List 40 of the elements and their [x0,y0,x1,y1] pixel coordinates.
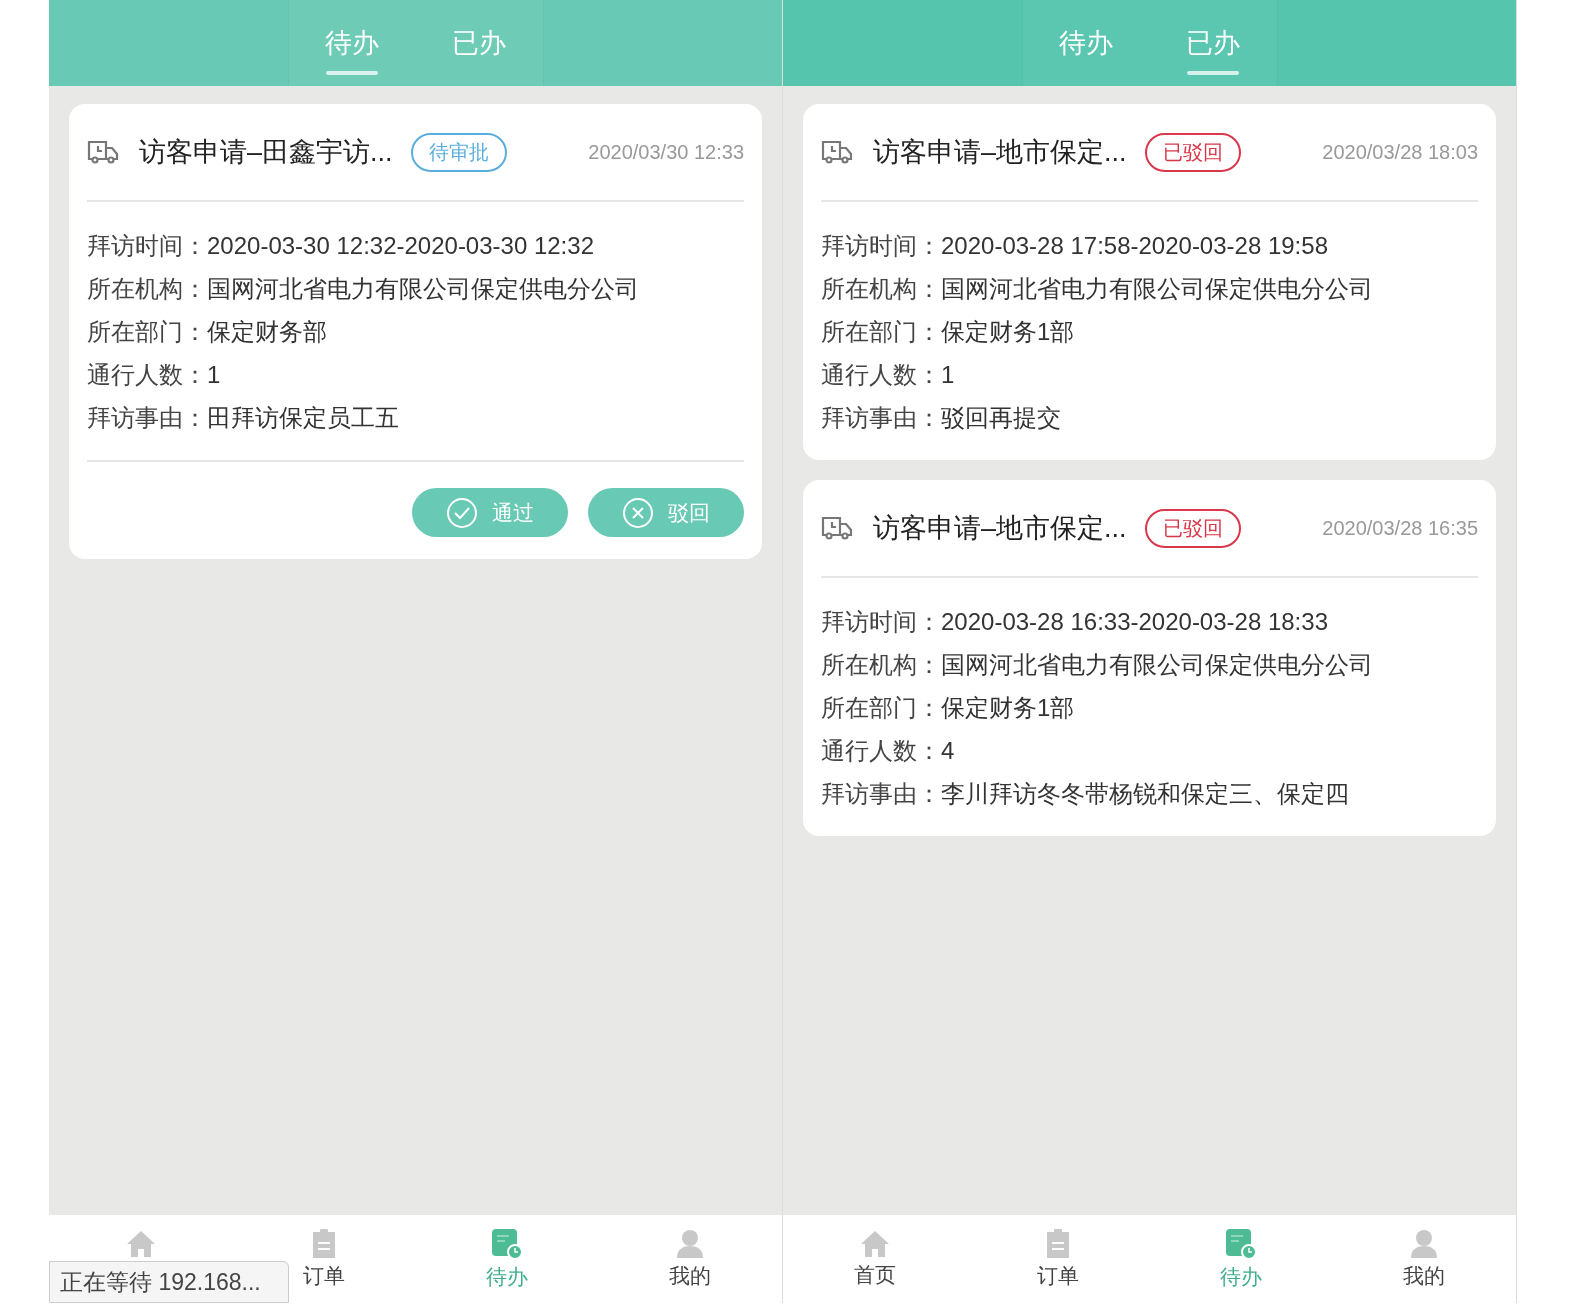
status-badge: 已驳回 [1144,508,1241,548]
field-label: 拜访事由： [87,403,207,433]
field-value: 国网河北省电力有限公司保定供电分公司 [941,274,1373,304]
field-label: 所在部门： [821,693,941,723]
field-value: 国网河北省电力有限公司保定供电分公司 [207,274,639,304]
field-label: 所在机构： [87,274,207,304]
status-badge: 已驳回 [1144,132,1241,172]
field-label: 拜访时间： [821,231,941,261]
field-value: 驳回再提交 [941,403,1061,433]
field-value: 2020-03-28 17:58-2020-03-28 19:58 [941,231,1328,261]
field-label: 通行人数： [87,360,207,390]
field-label: 通行人数： [821,736,941,766]
field-value: 2020-03-28 16:33-2020-03-28 18:33 [941,607,1328,637]
field-value: 保定财务1部 [941,693,1075,723]
status-tooltip: 正在等待 192.168... [49,1261,289,1303]
field-value: 2020-03-30 12:32-2020-03-30 12:32 [207,231,594,261]
field-value: 1 [207,360,221,390]
field-value: 保定财务部 [207,317,327,347]
field-label: 拜访事由： [821,779,941,809]
field-label: 所在部门： [821,317,941,347]
field-value: 国网河北省电力有限公司保定供电分公司 [941,650,1373,680]
field-label: 拜访事由： [821,403,941,433]
field-value: 保定财务1部 [941,317,1075,347]
field-label: 所在部门： [87,317,207,347]
field-value: 1 [941,360,955,390]
field-label: 所在机构： [821,274,941,304]
field-label: 通行人数： [821,360,941,390]
card-title: 访客申请–地市保定... [873,136,1127,169]
field-label: 拜访时间： [821,607,941,637]
field-value: 李川拜访冬冬带杨锐和保定三、保定四 [941,779,1349,809]
card-time: 2020/03/28 16:35 [1322,516,1478,540]
field-label: 拜访时间： [87,231,207,261]
field-value: 4 [941,736,955,766]
field-value: 田拜访保定员工五 [207,403,399,433]
card-time: 2020/03/28 18:03 [1322,140,1478,164]
card-title: 访客申请–地市保定... [873,512,1127,545]
card-title: 访客申请–田鑫宇访... [139,136,393,169]
field-label: 所在机构： [821,650,941,680]
card-time: 2020/03/30 12:33 [588,140,744,164]
status-badge: 待审批 [410,132,507,172]
